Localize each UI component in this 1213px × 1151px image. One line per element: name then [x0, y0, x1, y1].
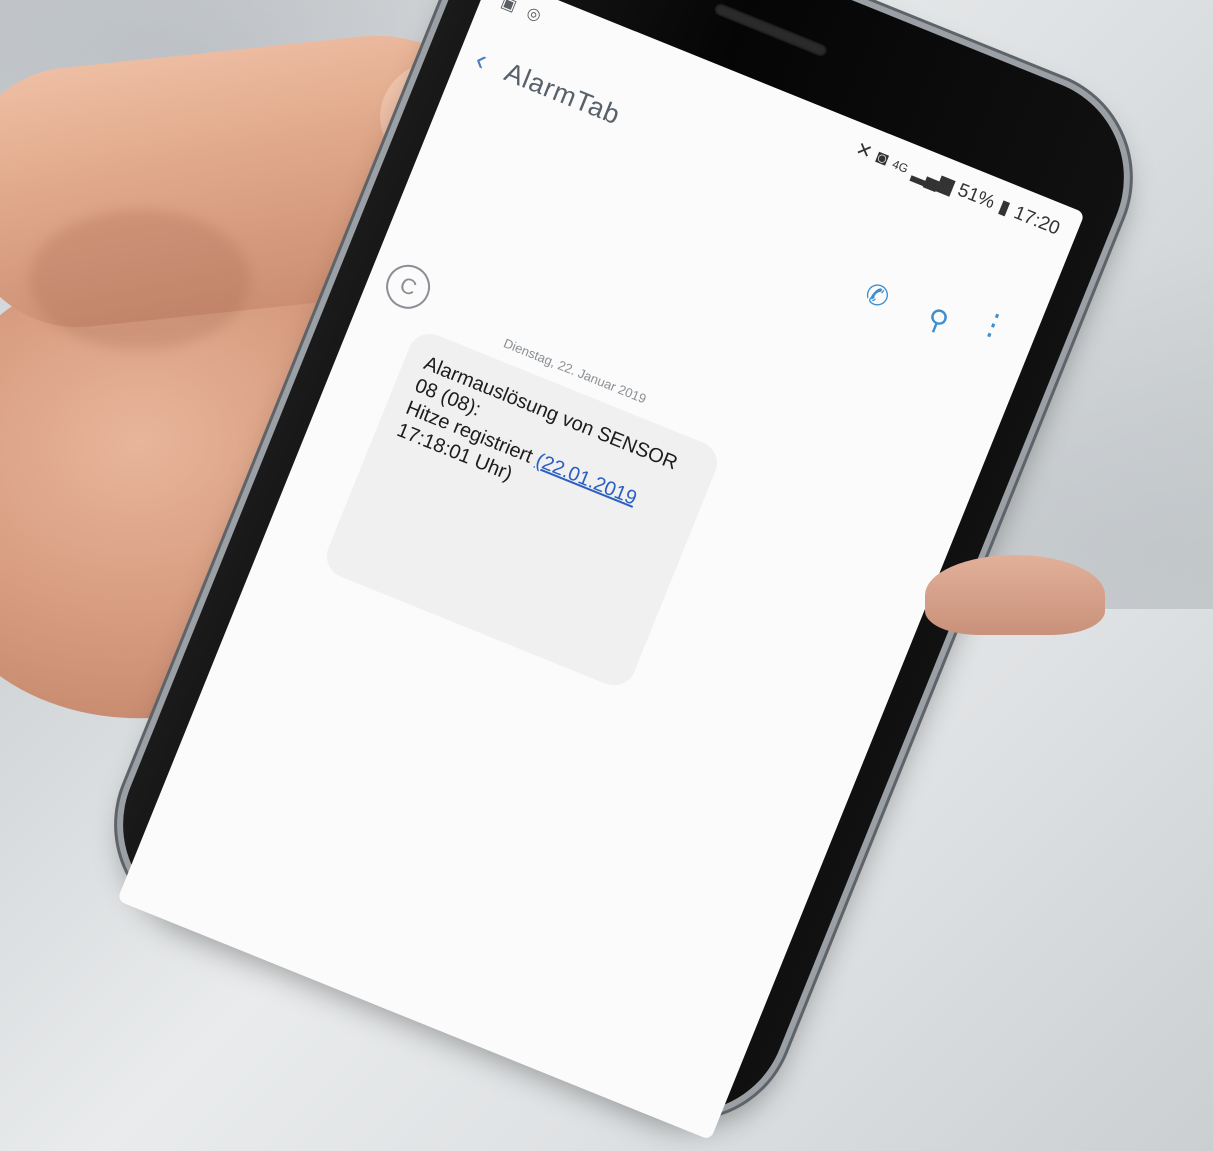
chevron-left-icon[interactable]: ‹: [470, 43, 492, 78]
signal-icon: ▂▄▆: [909, 161, 957, 197]
message-bubble[interactable]: Alarmauslösung von SENSOR 08 (08): Hitze…: [320, 327, 724, 692]
mute-icon: ✕: [852, 138, 876, 164]
message-link[interactable]: (22.01.2019: [533, 449, 640, 509]
clock: 17:20: [1010, 201, 1063, 240]
alarm-icon: ◙: [873, 146, 892, 170]
contact-name: AlarmTab: [500, 56, 625, 131]
hand-finger: [925, 555, 1105, 635]
front-camera: [665, 0, 690, 3]
more-vert-icon[interactable]: ⋮: [973, 304, 1013, 346]
status-bar-left: ▣ ◎: [498, 0, 548, 27]
avatar-letter: C: [396, 271, 421, 301]
contact-avatar[interactable]: C: [379, 258, 437, 316]
message-text: Alarmauslösung von SENSOR 08 (08): Hitze…: [393, 351, 698, 549]
hand-shadow: [30, 210, 250, 350]
earpiece: [712, 1, 829, 58]
shield-check-icon: ◎: [524, 4, 548, 27]
gallery-icon: ▣: [498, 0, 523, 17]
battery-percent: 51%: [954, 179, 998, 213]
phone-icon[interactable]: ✆: [860, 276, 894, 315]
search-icon[interactable]: ⚲: [922, 301, 954, 339]
network-label: 4G: [890, 156, 911, 176]
battery-icon: ▮: [995, 196, 1014, 220]
